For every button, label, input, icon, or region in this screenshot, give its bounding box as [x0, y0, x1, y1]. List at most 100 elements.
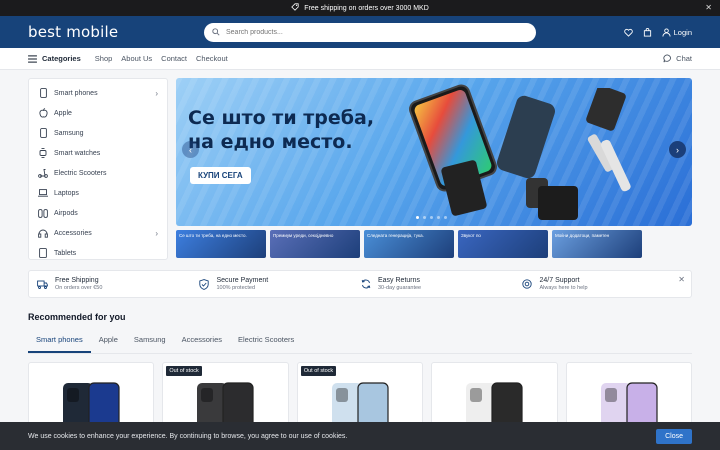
search-input[interactable] — [226, 28, 516, 36]
heart-icon[interactable] — [623, 28, 633, 37]
scooter-icon — [38, 168, 48, 178]
tab-apple[interactable]: Apple — [91, 331, 126, 353]
carousel-prev-button[interactable]: ‹ — [182, 141, 199, 158]
cookie-close-button[interactable]: Close — [656, 428, 692, 444]
stock-badge: Out of stock — [300, 366, 337, 376]
thumbnail-caption: Премиум уреди, секојдневно — [273, 233, 334, 238]
benefit-subtitle: 100% protected — [216, 285, 256, 291]
phone-icon — [38, 128, 48, 138]
benefit-free-shipping: Free Shipping On orders over €50 — [37, 277, 199, 291]
sidebar-item-smart-phones[interactable]: Smart phones › — [29, 83, 167, 103]
tab-samsung[interactable]: Samsung — [126, 331, 174, 353]
cookie-banner: We use cookies to enhance your experienc… — [0, 422, 720, 450]
sidebar-item-label: Electric Scooters — [54, 169, 107, 177]
laptop-icon — [38, 188, 48, 198]
benefits-bar: Free Shipping On orders over €50 Secure P… — [28, 270, 692, 298]
carousel-next-button[interactable]: › — [669, 141, 686, 158]
login-button[interactable]: Login — [662, 28, 692, 37]
carousel-dot[interactable] — [423, 216, 426, 219]
hero-column: Се што ти треба, на едно место. КУПИ СЕГ… — [176, 78, 692, 260]
nav-link-checkout[interactable]: Checkout — [196, 54, 228, 63]
chevron-right-icon: › — [155, 228, 158, 238]
stock-badge: Out of stock — [166, 366, 202, 376]
phone-icon — [38, 88, 48, 98]
thumbnail-caption: Следната генерација, тука. — [367, 233, 424, 238]
logo[interactable]: best mobile — [28, 23, 204, 41]
benefit-secure-payment: Secure Payment 100% protected — [199, 277, 361, 291]
chat-icon — [663, 54, 672, 63]
shop-now-button[interactable]: КУПИ СЕГА — [190, 167, 251, 184]
main-nav: Categories Shop About Us Contact Checkou… — [0, 48, 720, 70]
main-area: Smart phones › Apple Samsung Smart watch… — [0, 70, 720, 260]
hero-headline-line1: Се што ти треба, — [188, 107, 375, 129]
benefit-subtitle: Always here to help — [539, 285, 588, 291]
shield-icon — [199, 278, 210, 290]
sidebar-item-electric-scooters[interactable]: Electric Scooters — [29, 163, 167, 183]
carousel-thumbnail[interactable]: Звукот по — [458, 230, 548, 258]
benefit-subtitle: 30-day guarantee — [378, 285, 422, 291]
sidebar-item-label: Laptops — [54, 189, 79, 197]
benefit-easy-returns: Easy Returns 30-day guarantee — [360, 277, 522, 291]
truck-icon — [37, 279, 48, 290]
hero-banner[interactable]: Се што ти треба, на едно место. КУПИ СЕГ… — [176, 78, 692, 226]
sidebar-item-apple[interactable]: Apple — [29, 103, 167, 123]
thumbnail-caption: Моќни додатоци, паметен — [555, 233, 610, 238]
thumbnail-caption: Звукот по — [461, 233, 481, 238]
search-bar[interactable] — [204, 22, 536, 42]
sidebar-item-samsung[interactable]: Samsung — [29, 123, 167, 143]
sidebar-item-airpods[interactable]: Airpods — [29, 203, 167, 223]
benefit-support: 24/7 Support Always here to help — [522, 277, 684, 291]
carousel-thumbnail[interactable]: Се што ти треба, на едно место. — [176, 230, 266, 258]
nav-link-about[interactable]: About Us — [121, 54, 152, 63]
sidebar-item-label: Accessories — [54, 229, 92, 237]
site-header: best mobile Login — [0, 16, 720, 48]
search-icon — [212, 28, 220, 36]
category-sidebar: Smart phones › Apple Samsung Smart watch… — [28, 78, 168, 260]
accessories-icon — [38, 228, 48, 238]
watch-icon — [38, 148, 48, 158]
nav-link-shop[interactable]: Shop — [95, 54, 113, 63]
section-title: Recommended for you — [28, 312, 126, 322]
carousel-thumbnail[interactable]: Моќни додатоци, паметен — [552, 230, 642, 258]
carousel-dot[interactable] — [444, 216, 447, 219]
sidebar-item-label: Tablets — [54, 249, 77, 257]
sidebar-item-accessories[interactable]: Accessories › — [29, 223, 167, 243]
cookie-message: We use cookies to enhance your experienc… — [28, 432, 348, 440]
sidebar-item-tablets[interactable]: Tablets — [29, 243, 167, 263]
tab-smart-phones[interactable]: Smart phones — [28, 331, 91, 353]
benefit-subtitle: On orders over €50 — [55, 285, 103, 291]
login-label: Login — [673, 27, 692, 37]
hero-gimbal-image — [586, 88, 631, 192]
sidebar-item-label: Smart phones — [54, 89, 98, 97]
refresh-icon — [360, 279, 371, 290]
benefit-title: Secure Payment — [216, 277, 269, 284]
chat-button[interactable]: Chat — [663, 54, 692, 63]
hero-headline: Се што ти треба, на едно место. — [188, 106, 374, 154]
carousel-thumbnail[interactable]: Премиум уреди, секојдневно — [270, 230, 360, 258]
carousel-thumbnail[interactable]: Следната генерација, тука. — [364, 230, 454, 258]
close-icon[interactable]: ✕ — [705, 3, 712, 12]
chat-label: Chat — [676, 54, 692, 63]
sidebar-item-label: Apple — [54, 109, 72, 117]
carousel-dot[interactable] — [416, 216, 419, 219]
user-icon — [662, 27, 671, 37]
sidebar-item-laptops[interactable]: Laptops — [29, 183, 167, 203]
bag-icon[interactable] — [643, 27, 652, 37]
close-icon[interactable]: ✕ — [678, 275, 685, 284]
tablet-icon — [38, 248, 48, 258]
header-actions: Login — [623, 27, 692, 37]
product-tabs: Smart phones Apple Samsung Accessories Elect… — [28, 331, 692, 354]
announcement-text: Free shipping on orders over 3000 MKD — [304, 4, 429, 12]
carousel-dot[interactable] — [437, 216, 440, 219]
tab-accessories[interactable]: Accessories — [174, 331, 230, 353]
thumbnail-caption: Се што ти треба, на едно место. — [179, 233, 247, 238]
airpods-icon — [38, 208, 48, 218]
nav-link-contact[interactable]: Contact — [161, 54, 187, 63]
tab-electric-scooters[interactable]: Electric Scooters — [230, 331, 302, 353]
sidebar-item-smart-watches[interactable]: Smart watches — [29, 143, 167, 163]
announcement-bar: Free shipping on orders over 3000 MKD ✕ — [0, 0, 720, 16]
categories-toggle[interactable]: Categories — [28, 54, 81, 63]
hero-headline-line2: на едно место. — [188, 131, 353, 153]
carousel-dot[interactable] — [430, 216, 433, 219]
benefit-title: Easy Returns — [378, 277, 421, 284]
